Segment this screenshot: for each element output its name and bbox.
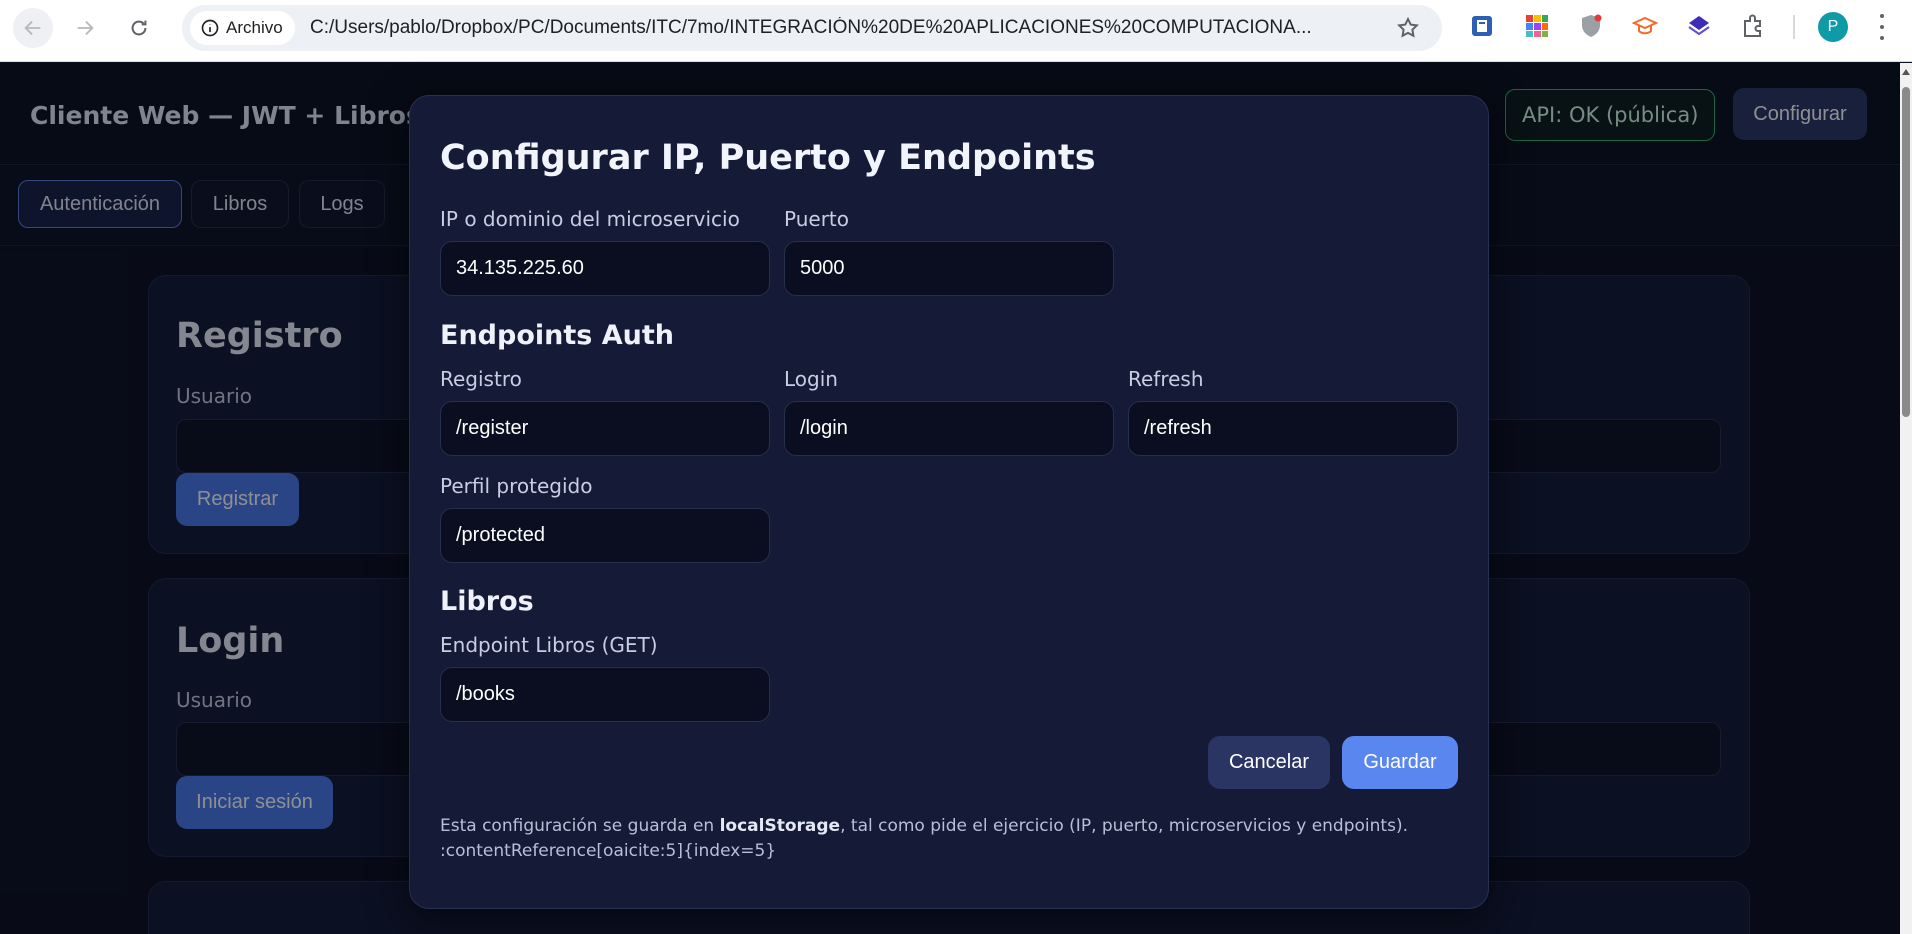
arrow-right-icon bbox=[77, 20, 94, 36]
toolbar-divider bbox=[1793, 15, 1795, 39]
books-endpoint-input[interactable]: /books bbox=[440, 667, 770, 722]
register-endpoint-label: Registro bbox=[440, 367, 522, 391]
note-reference: :contentReference[oaicite:5]{index=5} bbox=[440, 841, 777, 861]
books-section-title: Libros bbox=[440, 586, 534, 617]
browser-toolbar: Archivo C:/Users/pablo/Dropbox/PC/Docume… bbox=[0, 0, 1912, 62]
shield-extension-icon[interactable] bbox=[1578, 13, 1604, 39]
info-icon bbox=[201, 19, 219, 37]
register-endpoint-input[interactable]: /register bbox=[440, 401, 770, 456]
login-endpoint-input[interactable]: /login bbox=[784, 401, 1114, 456]
note-localstorage: localStorage bbox=[719, 816, 841, 836]
scroll-thumb[interactable] bbox=[1902, 87, 1910, 417]
forward-button[interactable] bbox=[65, 8, 105, 48]
url-text[interactable]: C:/Users/pablo/Dropbox/PC/Documents/ITC/… bbox=[310, 17, 1370, 39]
modal-title: Configurar IP, Puerto y Endpoints bbox=[440, 138, 1096, 178]
save-button[interactable]: Guardar bbox=[1342, 736, 1458, 789]
address-bar[interactable]: Archivo C:/Users/pablo/Dropbox/PC/Docume… bbox=[182, 5, 1442, 51]
arrow-left-icon bbox=[24, 20, 41, 36]
menu-kebab-icon[interactable] bbox=[1878, 14, 1886, 40]
back-button[interactable] bbox=[13, 8, 53, 48]
protected-endpoint-input[interactable]: /protected bbox=[440, 508, 770, 563]
layers-extension-icon[interactable] bbox=[1686, 13, 1712, 39]
storage-note: Esta configuración se guarda en localSto… bbox=[440, 814, 1440, 864]
reload-button[interactable] bbox=[119, 8, 159, 48]
refresh-endpoint-input[interactable]: /refresh bbox=[1128, 401, 1458, 456]
cancel-button[interactable]: Cancelar bbox=[1208, 736, 1330, 789]
site-chip-label: Archivo bbox=[226, 18, 283, 37]
site-info-chip[interactable]: Archivo bbox=[190, 11, 295, 45]
config-modal: Configurar IP, Puerto y Endpoints IP o d… bbox=[409, 95, 1489, 909]
reading-list-icon[interactable] bbox=[1469, 13, 1495, 39]
note-suffix: , tal como pide el ejercicio (IP, puerto… bbox=[840, 816, 1408, 836]
books-endpoint-label: Endpoint Libros (GET) bbox=[440, 633, 658, 657]
page-scrollbar[interactable] bbox=[1900, 63, 1912, 934]
login-endpoint-label: Login bbox=[784, 367, 838, 391]
graduation-cap-extension-icon[interactable] bbox=[1632, 13, 1658, 39]
puzzle-extensions-icon[interactable] bbox=[1740, 13, 1766, 39]
note-prefix: Esta configuración se guarda en bbox=[440, 816, 720, 836]
color-grid-extension-icon[interactable] bbox=[1524, 13, 1550, 39]
ip-input[interactable]: 34.135.225.60 bbox=[440, 241, 770, 296]
port-label: Puerto bbox=[784, 207, 849, 231]
ip-label: IP o dominio del microservicio bbox=[440, 207, 740, 231]
protected-endpoint-label: Perfil protegido bbox=[440, 474, 593, 498]
auth-section-title: Endpoints Auth bbox=[440, 320, 674, 351]
profile-avatar[interactable]: P bbox=[1818, 12, 1848, 42]
port-input[interactable]: 5000 bbox=[784, 241, 1114, 296]
bookmark-star-icon[interactable] bbox=[1396, 16, 1420, 40]
refresh-endpoint-label: Refresh bbox=[1128, 367, 1204, 391]
scroll-up-icon[interactable] bbox=[1902, 69, 1910, 75]
reload-icon bbox=[131, 20, 147, 36]
